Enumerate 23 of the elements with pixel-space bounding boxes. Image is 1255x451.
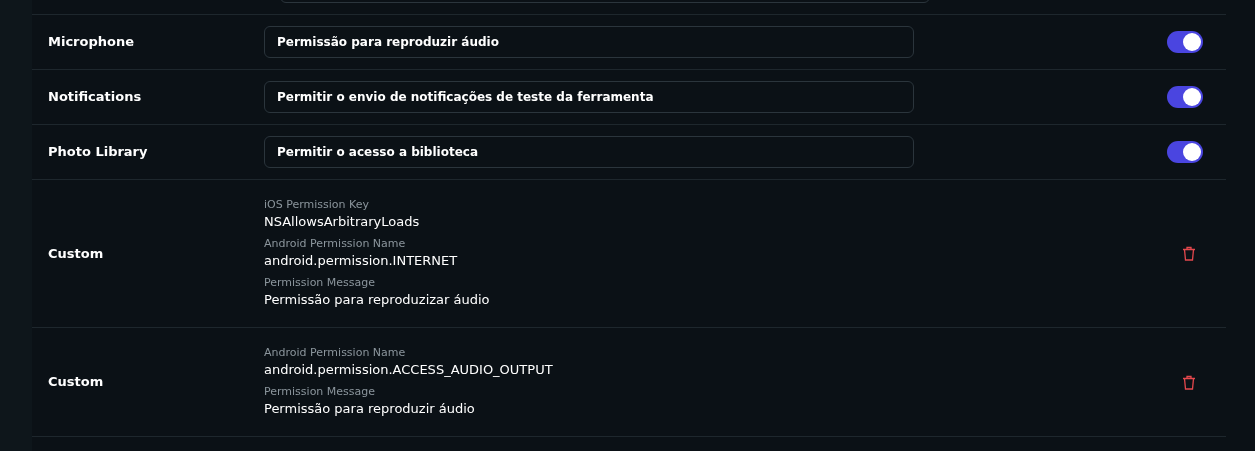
- field-caption: Permission Message: [264, 385, 377, 399]
- field-value: android.permission.INTERNET: [264, 252, 459, 270]
- field-caption: Android Permission Name: [264, 237, 407, 251]
- permission-label: Microphone: [47, 33, 135, 52]
- trash-icon[interactable]: [1182, 374, 1196, 390]
- toggle-switch[interactable]: [1167, 31, 1203, 53]
- field-value: NSAllowsArbitraryLoads: [264, 213, 421, 231]
- input-field[interactable]: Permissão para reproduzir áudio: [264, 26, 914, 58]
- field-value: Permissão para reproduzizar áudio: [264, 291, 490, 309]
- input-field[interactable]: Permitir o acesso a biblioteca: [264, 136, 914, 168]
- field-value: android.permission.ACCESS_AUDIO_OUTPUT: [264, 361, 553, 379]
- field-caption: Android Permission Name: [264, 346, 407, 360]
- permission-label: Photo Library: [47, 143, 149, 162]
- input-field[interactable]: Permitir o envio de notificações de teste da ferramenta: [264, 81, 914, 113]
- permission-label: Notifications: [47, 88, 143, 107]
- trash-icon[interactable]: [1182, 246, 1196, 261]
- field-caption: iOS Permission Key: [264, 198, 370, 212]
- permission-label: Custom: [47, 373, 105, 392]
- toggle-switch[interactable]: [1167, 141, 1203, 163]
- permission-label: Custom: [47, 244, 105, 263]
- toggle-switch[interactable]: [1167, 86, 1203, 108]
- field-caption: Permission Message: [264, 276, 377, 290]
- field-value: Permissão para reproduzir áudio: [264, 400, 476, 418]
